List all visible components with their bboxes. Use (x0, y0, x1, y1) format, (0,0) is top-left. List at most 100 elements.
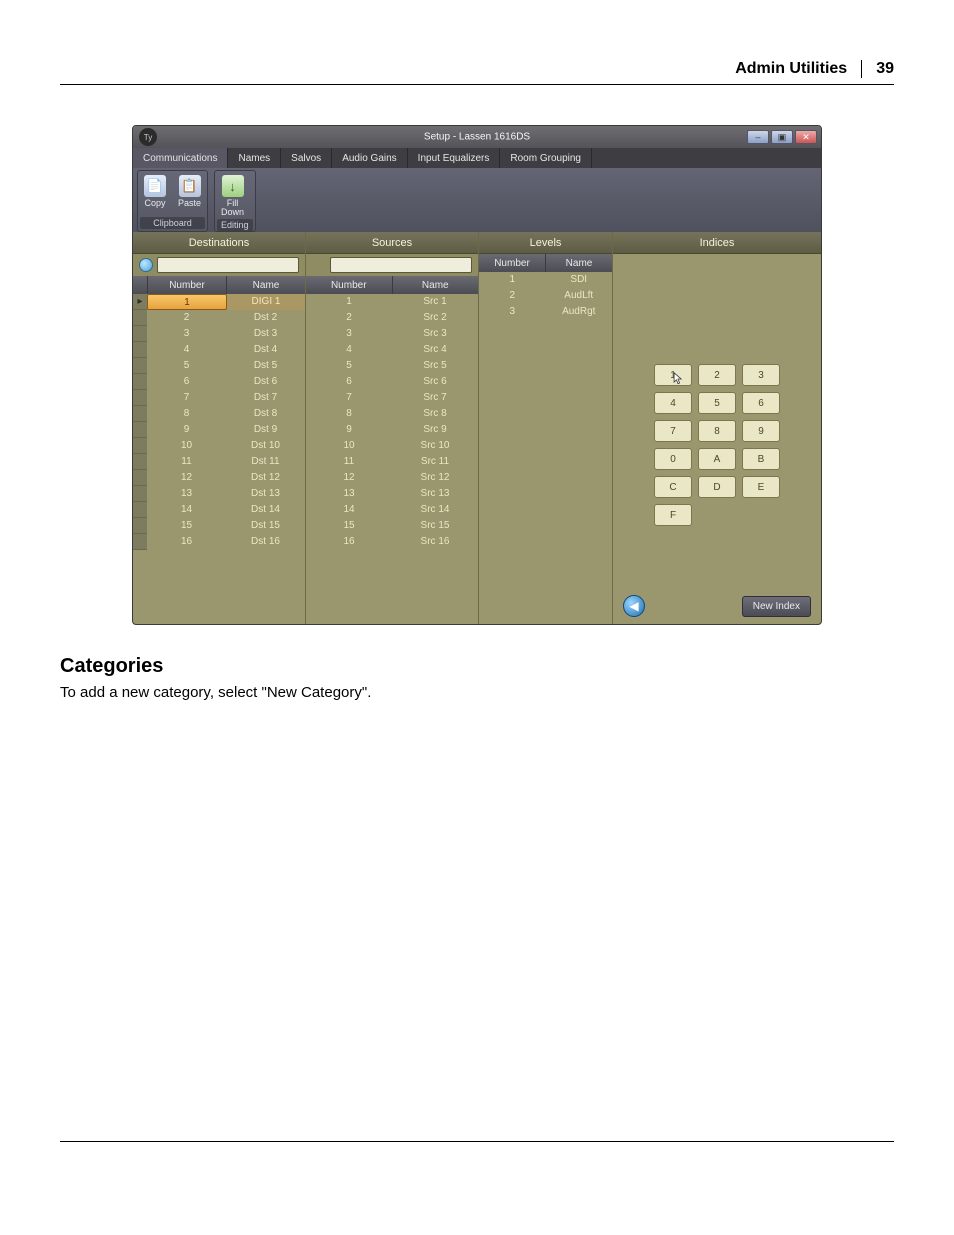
cell-name[interactable]: Dst 16 (226, 534, 305, 550)
table-row[interactable]: 12Src 12 (306, 470, 478, 486)
copy-button[interactable]: 📄Copy (140, 173, 170, 210)
index-key-A[interactable]: A (698, 448, 736, 470)
table-row[interactable]: 14Src 14 (306, 502, 478, 518)
cell-name[interactable]: Src 14 (392, 502, 478, 518)
sources-search-input[interactable] (330, 257, 472, 273)
table-row[interactable]: 15Src 15 (306, 518, 478, 534)
fill-down-button[interactable]: ↓Fill Down (217, 173, 248, 219)
table-row[interactable]: 16Src 16 (306, 534, 478, 550)
window-minimize-button[interactable]: – (747, 130, 769, 144)
row-selector[interactable]: ▸ (133, 294, 147, 310)
cell-name[interactable]: Dst 2 (226, 310, 305, 326)
table-row[interactable]: 3Dst 3 (133, 326, 305, 342)
cell-name[interactable]: Dst 4 (226, 342, 305, 358)
cell-number[interactable]: 8 (147, 406, 226, 422)
tab-input-equalizers[interactable]: Input Equalizers (408, 148, 501, 168)
row-selector[interactable] (133, 390, 147, 406)
cell-name[interactable]: Src 12 (392, 470, 478, 486)
cell-name[interactable]: DIGI 1 (227, 294, 305, 310)
cell-number[interactable]: 9 (306, 422, 392, 438)
table-row[interactable]: 9Dst 9 (133, 422, 305, 438)
destinations-search-input[interactable] (157, 257, 299, 273)
cell-name[interactable]: Dst 6 (226, 374, 305, 390)
cell-name[interactable]: Dst 3 (226, 326, 305, 342)
row-selector[interactable] (133, 310, 147, 326)
cell-number[interactable]: 15 (147, 518, 226, 534)
index-key-F[interactable]: F (654, 504, 692, 526)
cell-name[interactable]: Src 15 (392, 518, 478, 534)
row-selector[interactable] (133, 358, 147, 374)
cell-number[interactable]: 14 (306, 502, 392, 518)
cell-name[interactable]: SDI (546, 272, 613, 288)
table-row[interactable]: 2Dst 2 (133, 310, 305, 326)
index-key-D[interactable]: D (698, 476, 736, 498)
cell-number[interactable]: 9 (147, 422, 226, 438)
cell-number[interactable]: 16 (306, 534, 392, 550)
cell-number[interactable]: 11 (147, 454, 226, 470)
cell-number[interactable]: 3 (306, 326, 392, 342)
cell-number[interactable]: 1 (479, 272, 546, 288)
cell-number[interactable]: 4 (306, 342, 392, 358)
table-row[interactable]: 2AudLft (479, 288, 612, 304)
table-row[interactable]: 3AudRgt (479, 304, 612, 320)
index-key-0[interactable]: 0 (654, 448, 692, 470)
cell-number[interactable]: 12 (147, 470, 226, 486)
cell-name[interactable]: Src 2 (392, 310, 478, 326)
cell-number[interactable]: 5 (306, 358, 392, 374)
cell-name[interactable]: AudLft (546, 288, 613, 304)
row-selector[interactable] (133, 406, 147, 422)
index-key-E[interactable]: E (742, 476, 780, 498)
cell-number[interactable]: 2 (479, 288, 546, 304)
cell-name[interactable]: Dst 11 (226, 454, 305, 470)
cell-name[interactable]: Src 11 (392, 454, 478, 470)
index-key-B[interactable]: B (742, 448, 780, 470)
cell-name[interactable]: Src 3 (392, 326, 478, 342)
paste-button[interactable]: 📋Paste (174, 173, 205, 210)
row-selector[interactable] (133, 470, 147, 486)
cell-number[interactable]: 1 (306, 294, 392, 310)
row-selector[interactable] (133, 534, 147, 550)
cell-number[interactable]: 2 (147, 310, 226, 326)
cell-number[interactable]: 6 (306, 374, 392, 390)
cell-number[interactable]: 4 (147, 342, 226, 358)
index-key-1[interactable]: 1 (654, 364, 692, 386)
index-key-3[interactable]: 3 (742, 364, 780, 386)
table-row[interactable]: 11Src 11 (306, 454, 478, 470)
cell-name[interactable]: Dst 5 (226, 358, 305, 374)
index-key-8[interactable]: 8 (698, 420, 736, 442)
cell-name[interactable]: Src 9 (392, 422, 478, 438)
cell-name[interactable]: Src 5 (392, 358, 478, 374)
cell-number[interactable]: 16 (147, 534, 226, 550)
cell-number[interactable]: 3 (479, 304, 546, 320)
tab-audio-gains[interactable]: Audio Gains (332, 148, 407, 168)
table-row[interactable]: 10Src 10 (306, 438, 478, 454)
cell-number[interactable]: 11 (306, 454, 392, 470)
cell-number[interactable]: 7 (306, 390, 392, 406)
index-key-7[interactable]: 7 (654, 420, 692, 442)
row-selector[interactable] (133, 502, 147, 518)
cell-name[interactable]: Src 16 (392, 534, 478, 550)
table-row[interactable]: 4Dst 4 (133, 342, 305, 358)
index-key-9[interactable]: 9 (742, 420, 780, 442)
window-close-button[interactable]: ✕ (795, 130, 817, 144)
cell-name[interactable]: Src 1 (392, 294, 478, 310)
cell-name[interactable]: Src 10 (392, 438, 478, 454)
cell-name[interactable]: Dst 9 (226, 422, 305, 438)
cell-name[interactable]: Dst 7 (226, 390, 305, 406)
table-row[interactable]: 3Src 3 (306, 326, 478, 342)
row-selector[interactable] (133, 342, 147, 358)
cell-number[interactable]: 8 (306, 406, 392, 422)
table-row[interactable]: 7Dst 7 (133, 390, 305, 406)
cell-number[interactable]: 2 (306, 310, 392, 326)
table-row[interactable]: 7Src 7 (306, 390, 478, 406)
table-row[interactable]: 5Src 5 (306, 358, 478, 374)
cell-number[interactable]: 10 (147, 438, 226, 454)
table-row[interactable]: 11Dst 11 (133, 454, 305, 470)
cell-name[interactable]: Src 6 (392, 374, 478, 390)
table-row[interactable]: 9Src 9 (306, 422, 478, 438)
index-key-2[interactable]: 2 (698, 364, 736, 386)
table-row[interactable]: 15Dst 15 (133, 518, 305, 534)
cell-name[interactable]: AudRgt (546, 304, 613, 320)
cell-name[interactable]: Src 7 (392, 390, 478, 406)
tab-names[interactable]: Names (228, 148, 281, 168)
